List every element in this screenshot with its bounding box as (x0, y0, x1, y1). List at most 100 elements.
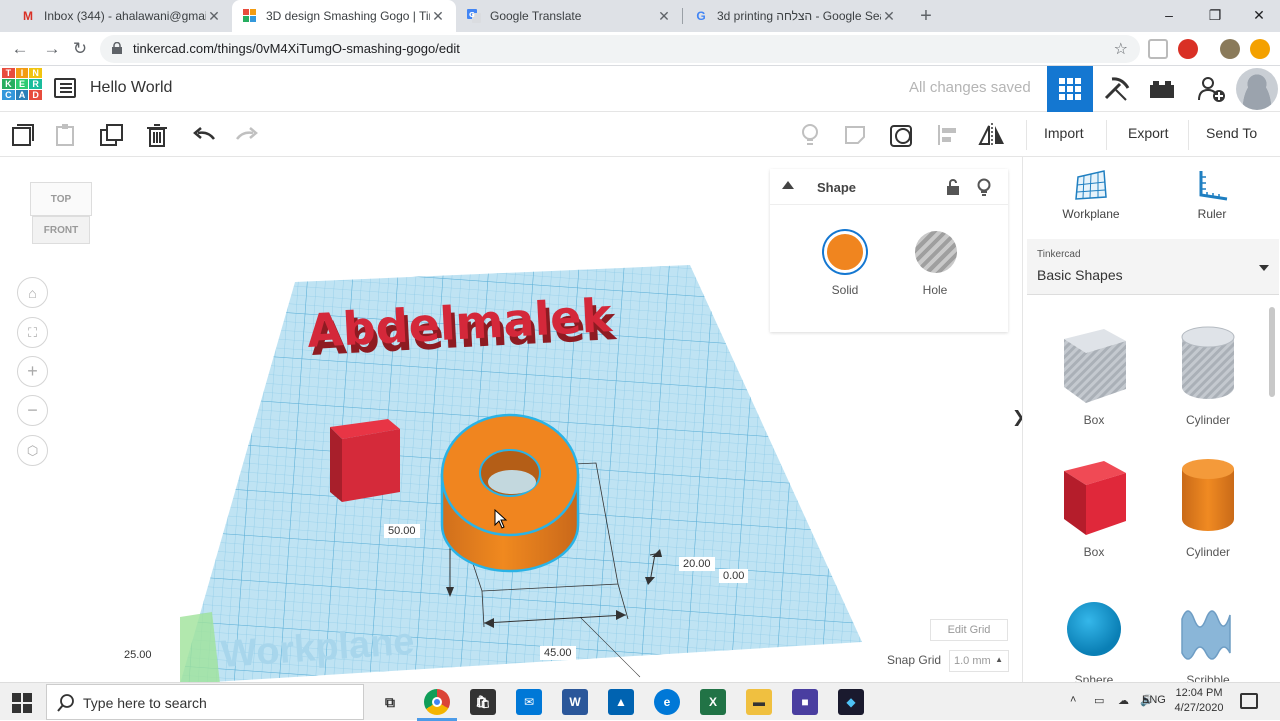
undo-button[interactable] (191, 122, 217, 148)
screen-recorder-icon[interactable]: ■ (792, 689, 818, 715)
mail-icon[interactable]: ✉ (516, 689, 542, 715)
app-diamond-icon[interactable]: ◆ (838, 689, 864, 715)
edge-icon[interactable]: e (654, 689, 680, 715)
send-to-button[interactable]: Send To (1206, 125, 1257, 141)
workplane-tool[interactable]: Workplane (1056, 169, 1126, 221)
shape-orange-cylinder[interactable]: Cylinder (1163, 455, 1253, 565)
tab-gmail[interactable]: M Inbox (344) - ahalawani@gmail.c ✕ (10, 0, 232, 32)
ruler-tool[interactable]: Ruler (1177, 169, 1247, 221)
chrome-icon[interactable] (424, 689, 450, 715)
fit-view-button[interactable]: ⛶ (17, 317, 48, 348)
shape-red-box[interactable]: Box (1049, 455, 1139, 565)
battery-icon[interactable]: ▭ (1094, 694, 1104, 707)
view-cube-top[interactable]: TOP (30, 182, 92, 216)
orange-tube-shape[interactable] (440, 413, 580, 573)
tab-tinkercad[interactable]: 3D design Smashing Gogo | Tink ✕ (232, 0, 456, 32)
shape-library-select[interactable]: Tinkercad Basic Shapes (1027, 239, 1279, 295)
export-button[interactable]: Export (1128, 125, 1168, 141)
close-icon[interactable]: ✕ (430, 8, 446, 25)
group-button[interactable] (889, 122, 915, 148)
collapse-caret-icon[interactable] (782, 181, 794, 189)
zoom-out-button[interactable]: − (17, 395, 48, 426)
bricks-button[interactable] (1139, 66, 1185, 112)
extension-badge-icon[interactable] (1178, 39, 1198, 59)
tinkercad-logo[interactable]: TIN KER CAD (2, 68, 42, 110)
tab-google-search[interactable]: G 3d printing הצלחה - Google Sear ✕ (683, 0, 907, 32)
panel-collapse-icon[interactable]: ❯ (1012, 407, 1022, 427)
duplicate-button[interactable] (99, 122, 125, 148)
view-cube-front[interactable]: FRONT (32, 216, 90, 244)
bookmark-star-icon[interactable]: ☆ (1114, 39, 1128, 59)
close-icon[interactable]: ✕ (206, 8, 222, 25)
note-button[interactable] (843, 122, 869, 148)
language-indicator[interactable]: ENG (1142, 694, 1166, 706)
solid-color-swatch[interactable] (824, 231, 866, 273)
3d-view-button[interactable] (1047, 66, 1093, 112)
zero-dimension-label[interactable]: 0.00 (719, 569, 749, 583)
lightbulb-icon[interactable] (977, 178, 991, 196)
window-close-button[interactable]: ✕ (1236, 0, 1280, 32)
browser-tab-strip: M Inbox (344) - ahalawani@gmail.c ✕ 3D d… (0, 0, 1280, 32)
close-icon[interactable]: ✕ (656, 8, 672, 25)
height-dimension-label[interactable]: 50.00 (384, 524, 420, 538)
paste-button[interactable] (53, 122, 79, 148)
shape-blue-sphere[interactable]: Sphere (1049, 595, 1139, 684)
hole-swatch[interactable] (915, 231, 957, 273)
tab-google-translate[interactable]: G Google Translate ✕ (456, 0, 682, 32)
import-button[interactable]: Import (1044, 125, 1084, 141)
task-view-icon[interactable]: ⧉ (377, 689, 403, 715)
close-icon[interactable]: ✕ (881, 8, 897, 25)
minimize-button[interactable]: – (1146, 0, 1192, 32)
windows-start-icon[interactable] (12, 693, 32, 713)
plus-icon: + (27, 361, 38, 381)
shape-hole-box[interactable]: Box (1049, 323, 1139, 433)
design-title[interactable]: Hello World (90, 79, 172, 97)
3d-viewport[interactable]: Workplane Abdelmalek Abdelmalek TOP FRON… (0, 157, 1022, 684)
forward-button[interactable]: → (40, 37, 64, 61)
redo-button[interactable] (234, 122, 260, 148)
restore-button[interactable]: ❐ (1192, 0, 1238, 32)
mirror-button[interactable] (978, 122, 1004, 148)
profile-avatar[interactable] (1220, 39, 1240, 59)
taskbar-search-input[interactable]: Type here to search (46, 684, 364, 720)
align-button[interactable] (935, 122, 961, 148)
excel-icon[interactable]: X (700, 689, 726, 715)
update-icon[interactable] (1250, 39, 1270, 59)
mirror-icon (978, 123, 1004, 147)
hole-label: Hole (922, 283, 948, 297)
view-cube[interactable]: TOP FRONT (30, 182, 92, 252)
edit-grid-button[interactable]: Edit Grid (930, 619, 1008, 641)
new-shape-button[interactable] (10, 122, 36, 148)
url-field[interactable]: tinkercad.com/things/0vM4XiTumgO-smashin… (100, 35, 1140, 63)
notification-icon[interactable] (1240, 693, 1258, 709)
elevation-dimension-label[interactable]: 20.00 (679, 557, 715, 571)
cube-icon: ⬡ (26, 442, 39, 458)
panel-scrollbar[interactable] (1269, 307, 1275, 397)
back-button[interactable]: ← (8, 37, 32, 61)
design-list-icon[interactable] (54, 78, 76, 98)
shape-hole-cylinder[interactable]: Cylinder (1163, 323, 1253, 433)
home-view-button[interactable]: ⌂ (17, 277, 48, 308)
taskbar-clock[interactable]: 12:04 PM 4/27/2020 (1173, 686, 1225, 716)
width-dimension-label[interactable]: 45.00 (540, 646, 576, 660)
ortho-view-button[interactable]: ⬡ (17, 435, 48, 466)
word-icon[interactable]: W (562, 689, 588, 715)
invite-user-button[interactable] (1188, 66, 1234, 112)
tray-expand-icon[interactable]: ˄ (1070, 694, 1076, 706)
shape-scribble[interactable]: Scribble (1163, 595, 1253, 684)
delete-button[interactable] (144, 122, 170, 148)
file-explorer-icon[interactable]: ▬ (746, 689, 772, 715)
blocks-button[interactable] (1093, 66, 1139, 112)
photos-icon[interactable]: ▲ (608, 689, 634, 715)
snap-grid-select[interactable]: 1.0 mm ▲ (949, 650, 1009, 672)
lock-icon[interactable] (946, 179, 960, 195)
light-button[interactable] (797, 122, 823, 148)
store-icon[interactable]: 🛍 (470, 689, 496, 715)
user-avatar[interactable] (1236, 68, 1278, 110)
reload-button[interactable]: ↻ (68, 37, 92, 61)
network-icon[interactable]: ☁ (1118, 694, 1129, 707)
red-box-shape[interactable] (330, 419, 400, 502)
extension-icon[interactable] (1148, 39, 1168, 59)
new-tab-button[interactable]: + (914, 4, 938, 28)
zoom-in-button[interactable]: + (17, 356, 48, 387)
